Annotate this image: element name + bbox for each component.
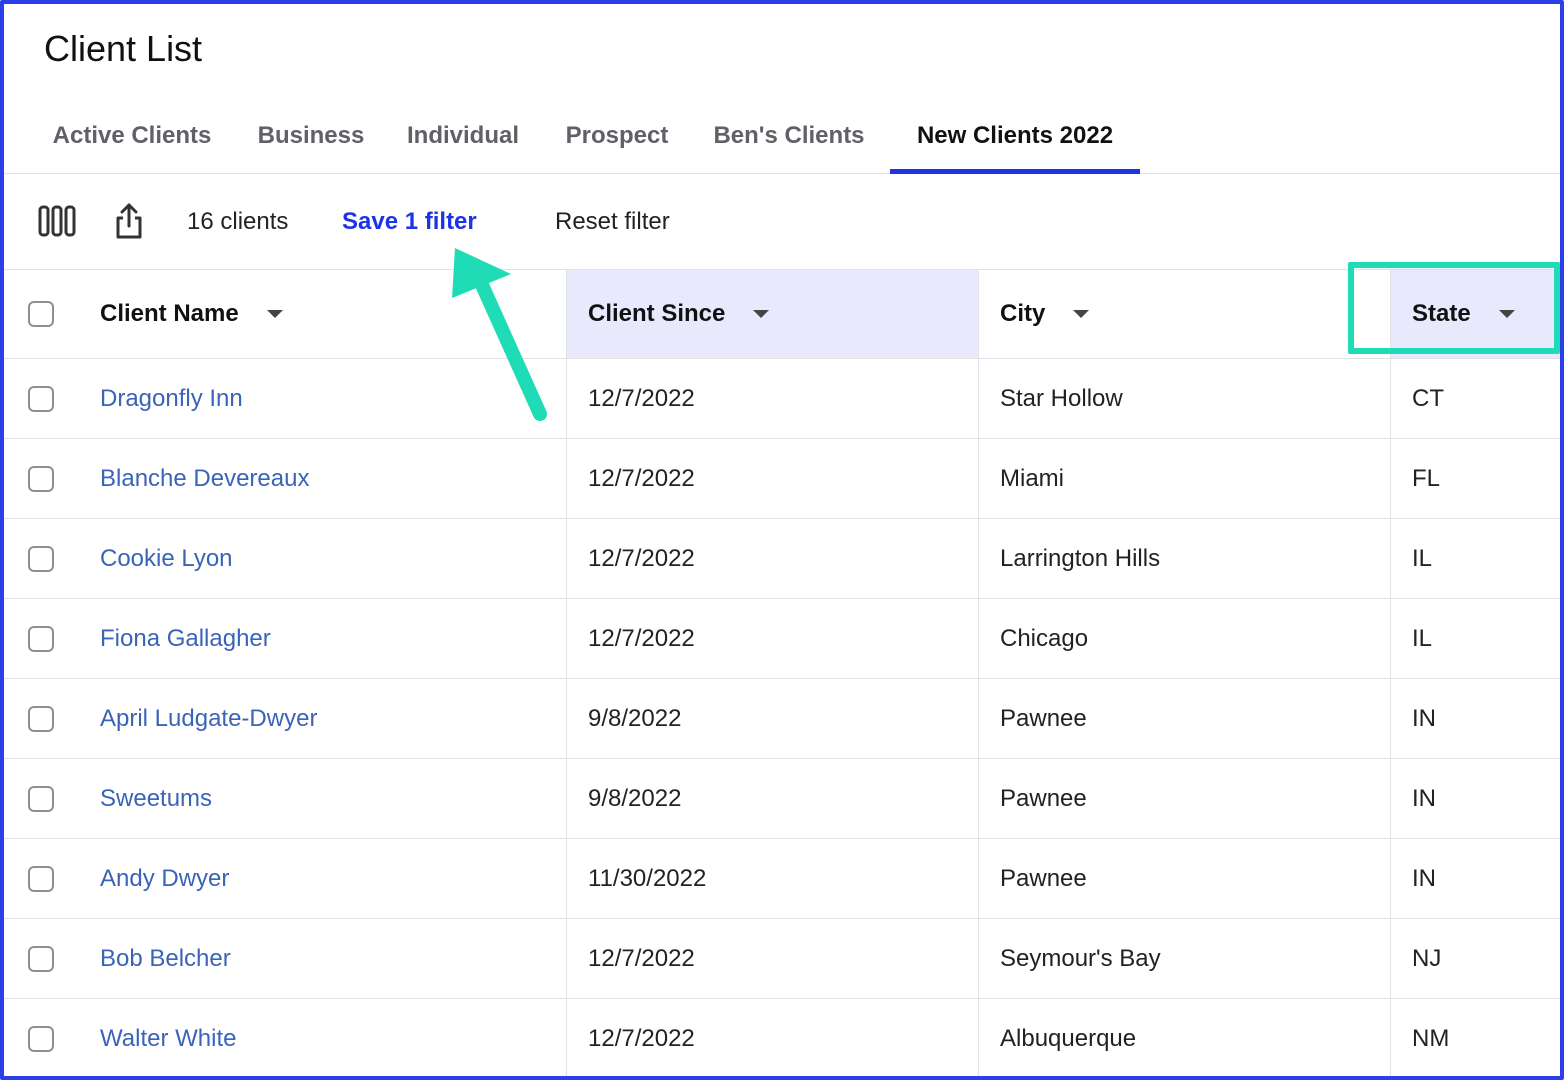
client-since-cell: 12/7/2022 [566,598,979,679]
city-cell: Star Hollow [978,358,1391,439]
city-cell: Pawnee [978,838,1391,919]
row-checkbox[interactable] [28,705,54,732]
table-row: Fiona Gallagher 12/7/2022 Chicago IL [4,598,1560,679]
client-name-link[interactable]: Dragonfly Inn [100,385,243,413]
toolbar: 16 clients Save 1 filter Reset filter [4,174,1560,269]
table-row: Sweetums 9/8/2022 Pawnee IN [4,758,1560,839]
clients-table: Client Name Client Since City State Drag… [4,269,1560,1078]
client-since-cell: 12/7/2022 [566,358,979,439]
header-client-name-label: Client Name [100,300,239,327]
table-row: April Ludgate-Dwyer 9/8/2022 Pawnee IN [4,678,1560,759]
table-row: Andy Dwyer 11/30/2022 Pawnee IN [4,838,1560,919]
row-checkbox[interactable] [28,785,54,812]
client-name-link[interactable]: Cookie Lyon [100,545,233,573]
row-checkbox[interactable] [28,945,54,972]
client-since-cell: 9/8/2022 [566,758,979,839]
client-name-link[interactable]: Blanche Devereaux [100,465,309,493]
state-cell: IN [1390,838,1560,919]
city-cell: Seymour's Bay [978,918,1391,999]
tab-new-clients-2022[interactable]: New Clients 2022 [890,100,1140,174]
state-cell: NJ [1390,918,1560,999]
state-cell: NM [1390,998,1560,1078]
state-cell: IN [1390,758,1560,839]
tab-active-clients[interactable]: Active Clients [38,100,226,173]
city-cell: Pawnee [978,678,1391,759]
sort-caret-icon[interactable] [1073,310,1090,318]
columns-icon[interactable] [38,204,76,243]
state-cell: CT [1390,358,1560,439]
client-count: 16 clients [187,208,289,235]
row-checkbox[interactable] [28,385,54,412]
row-checkbox[interactable] [28,465,54,492]
tab-prospect[interactable]: Prospect [552,100,682,173]
header-state-label: State [1412,300,1471,327]
client-since-cell: 11/30/2022 [566,838,979,919]
header-client-since: Client Since [566,269,979,359]
state-cell: IL [1390,518,1560,599]
table-header-row: Client Name Client Since City State [4,269,1560,359]
row-checkbox[interactable] [28,1025,54,1052]
sort-caret-icon[interactable] [753,310,770,318]
reset-filter-button[interactable]: Reset filter [555,174,670,269]
sort-caret-icon[interactable] [1498,310,1515,318]
state-cell: IN [1390,678,1560,759]
row-checkbox[interactable] [28,545,54,572]
table-row: Bob Belcher 12/7/2022 Seymour's Bay NJ [4,918,1560,999]
state-cell: IL [1390,598,1560,679]
client-name-link[interactable]: Bob Belcher [100,945,231,973]
header-city-label: City [1000,300,1046,327]
state-cell: FL [1390,438,1560,519]
client-name-link[interactable]: Walter White [100,1025,236,1053]
city-cell: Larrington Hills [978,518,1391,599]
client-since-cell: 12/7/2022 [566,518,979,599]
client-name-link[interactable]: April Ludgate-Dwyer [100,705,317,733]
header-client-since-label: Client Since [588,300,726,327]
sort-caret-icon[interactable] [266,310,283,318]
client-since-cell: 9/8/2022 [566,678,979,759]
row-checkbox[interactable] [28,865,54,892]
share-export-icon[interactable] [114,202,144,245]
city-cell: Pawnee [978,758,1391,839]
tab-business[interactable]: Business [244,100,378,173]
tab-bar: Active Clients Business Individual Prosp… [4,100,1560,174]
tab-individual[interactable]: Individual [394,100,532,173]
select-all-checkbox[interactable] [28,301,54,327]
client-since-cell: 12/7/2022 [566,438,979,519]
client-name-link[interactable]: Fiona Gallagher [100,625,271,653]
table-row: Blanche Devereaux 12/7/2022 Miami FL [4,438,1560,519]
table-row: Cookie Lyon 12/7/2022 Larrington Hills I… [4,518,1560,599]
header-client-name: Client Name [4,269,567,359]
client-since-cell: 12/7/2022 [566,998,979,1078]
tab-bens-clients[interactable]: Ben's Clients [700,100,878,173]
client-since-cell: 12/7/2022 [566,918,979,999]
city-cell: Albuquerque [978,998,1391,1078]
page-title: Client List [44,28,203,69]
city-cell: Miami [978,438,1391,519]
client-name-link[interactable]: Sweetums [100,785,212,813]
header-city: City [978,269,1391,359]
table-row: Dragonfly Inn 12/7/2022 Star Hollow CT [4,358,1560,439]
header-state: State [1390,269,1560,359]
table-row: Walter White 12/7/2022 Albuquerque NM [4,998,1560,1078]
row-checkbox[interactable] [28,625,54,652]
client-name-link[interactable]: Andy Dwyer [100,865,229,893]
save-filter-button[interactable]: Save 1 filter [342,174,477,269]
city-cell: Chicago [978,598,1391,679]
